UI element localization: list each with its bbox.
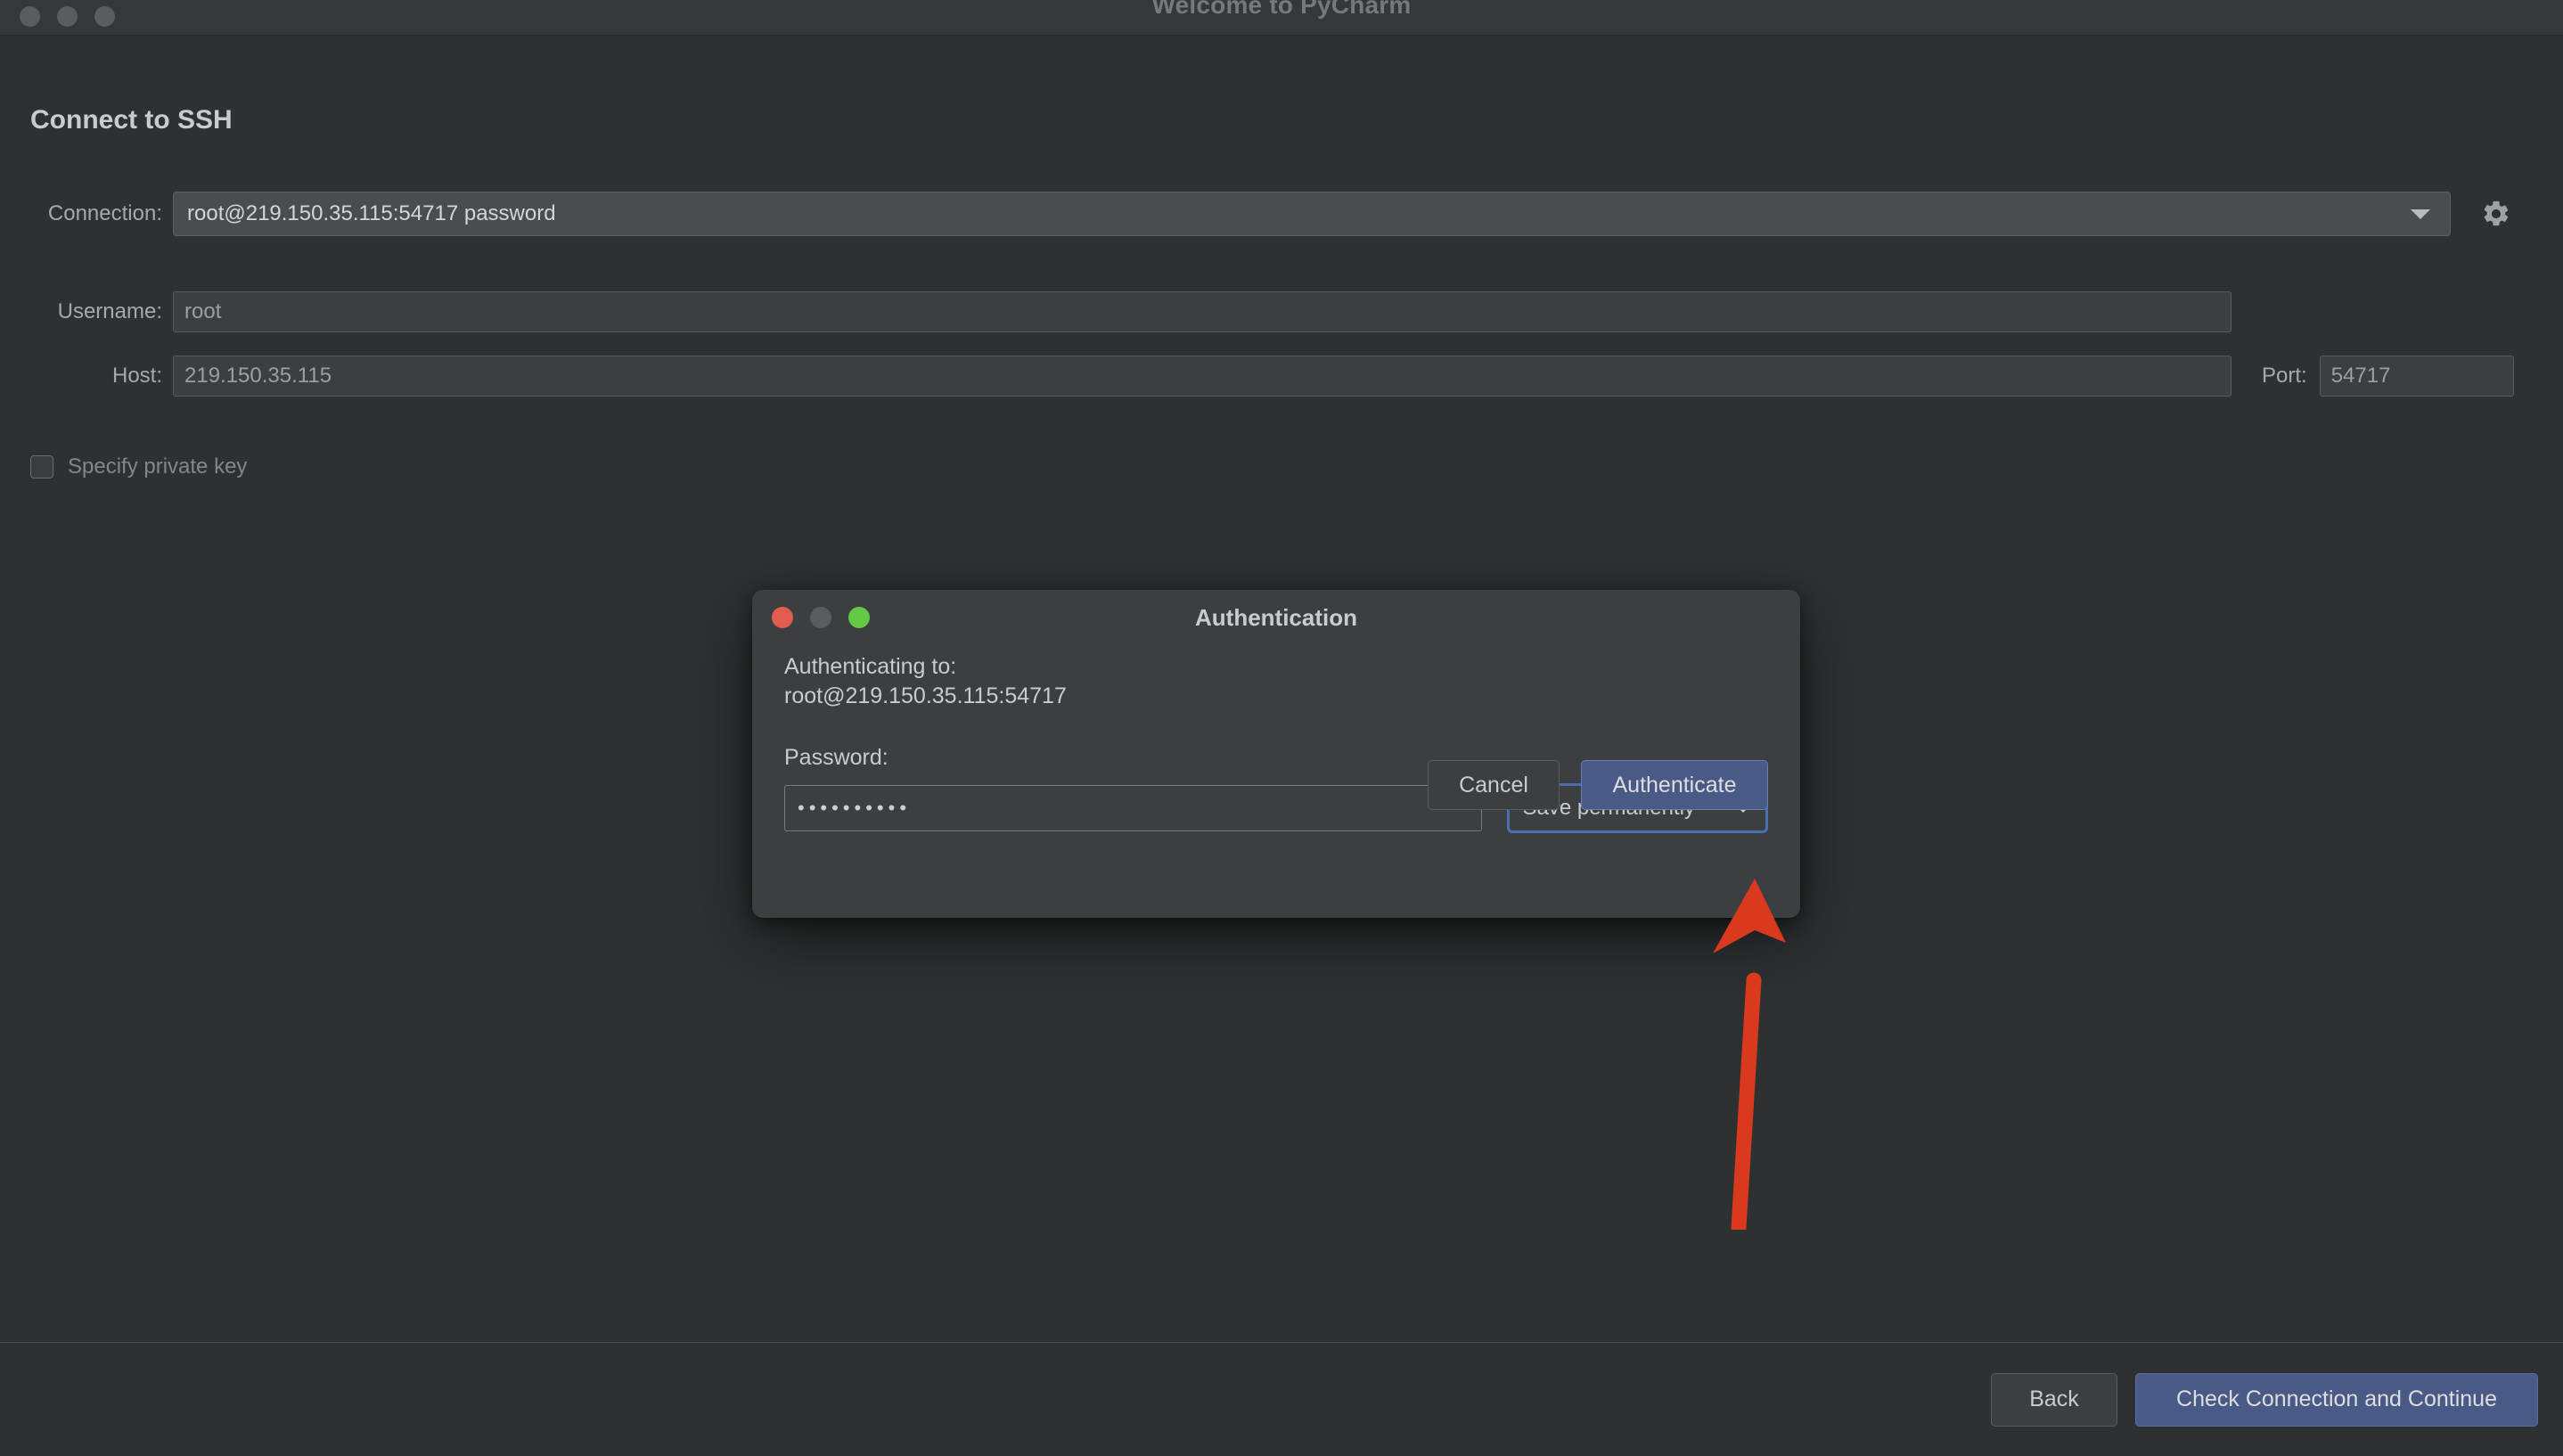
host-row: Host: Port: bbox=[0, 356, 2563, 397]
port-label: Port: bbox=[2262, 364, 2307, 388]
username-input[interactable] bbox=[173, 291, 2231, 332]
dialog-close-button[interactable] bbox=[772, 607, 793, 628]
host-input[interactable] bbox=[173, 356, 2231, 397]
pycharm-welcome-window: Welcome to PyCharm Connect to SSH Connec… bbox=[0, 0, 2563, 1456]
authentication-dialog: Authentication Authenticating to: root@2… bbox=[752, 590, 1800, 918]
specify-private-key-row[interactable]: Specify private key bbox=[30, 454, 247, 479]
host-label: Host: bbox=[111, 364, 162, 388]
check-connection-and-continue-button[interactable]: Check Connection and Continue bbox=[2135, 1372, 2538, 1427]
specify-private-key-checkbox[interactable] bbox=[30, 455, 53, 479]
connection-select[interactable]: root@219.150.35.115:54717 password bbox=[173, 192, 2451, 236]
chevron-down-icon bbox=[2411, 209, 2430, 219]
window-titlebar: Welcome to PyCharm bbox=[0, 0, 2563, 36]
connection-label: Connection: bbox=[47, 201, 162, 225]
authentication-dialog-title: Authentication bbox=[1195, 604, 1357, 631]
cancel-button[interactable]: Cancel bbox=[1428, 760, 1560, 810]
page-title: Connect to SSH bbox=[30, 105, 233, 135]
back-button[interactable]: Back bbox=[1991, 1372, 2117, 1427]
wizard-footer: Back Check Connection and Continue bbox=[0, 1342, 2563, 1456]
authenticating-to-label: Authenticating to: bbox=[784, 654, 957, 679]
authentication-dialog-buttons: Cancel Authenticate bbox=[1428, 760, 1768, 810]
username-row: Username: bbox=[0, 291, 2563, 332]
annotation-arrow-icon bbox=[1713, 879, 1786, 1230]
dialog-traffic-lights bbox=[772, 607, 870, 628]
specify-private-key-label: Specify private key bbox=[68, 454, 248, 479]
authenticating-target: root@219.150.35.115:54717 bbox=[784, 683, 1067, 708]
gear-icon[interactable] bbox=[2477, 195, 2515, 233]
dialog-minimize-button[interactable] bbox=[810, 607, 831, 628]
connection-selected-value: root@219.150.35.115:54717 password bbox=[187, 201, 556, 225]
ssh-connection-form: Connect to SSH Connection: root@219.150.… bbox=[0, 36, 2563, 1456]
connection-row: Connection: root@219.150.35.115:54717 pa… bbox=[0, 192, 2563, 236]
window-title: Welcome to PyCharm bbox=[1151, 0, 1412, 19]
password-input[interactable] bbox=[784, 785, 1483, 831]
authentication-dialog-body: Authenticating to: root@219.150.35.115:5… bbox=[752, 652, 1800, 833]
port-input[interactable] bbox=[2319, 356, 2514, 397]
username-label: Username: bbox=[57, 299, 162, 323]
authentication-dialog-titlebar: Authentication bbox=[752, 590, 1800, 645]
authenticate-button[interactable]: Authenticate bbox=[1581, 760, 1768, 810]
dialog-zoom-button[interactable] bbox=[848, 607, 870, 628]
